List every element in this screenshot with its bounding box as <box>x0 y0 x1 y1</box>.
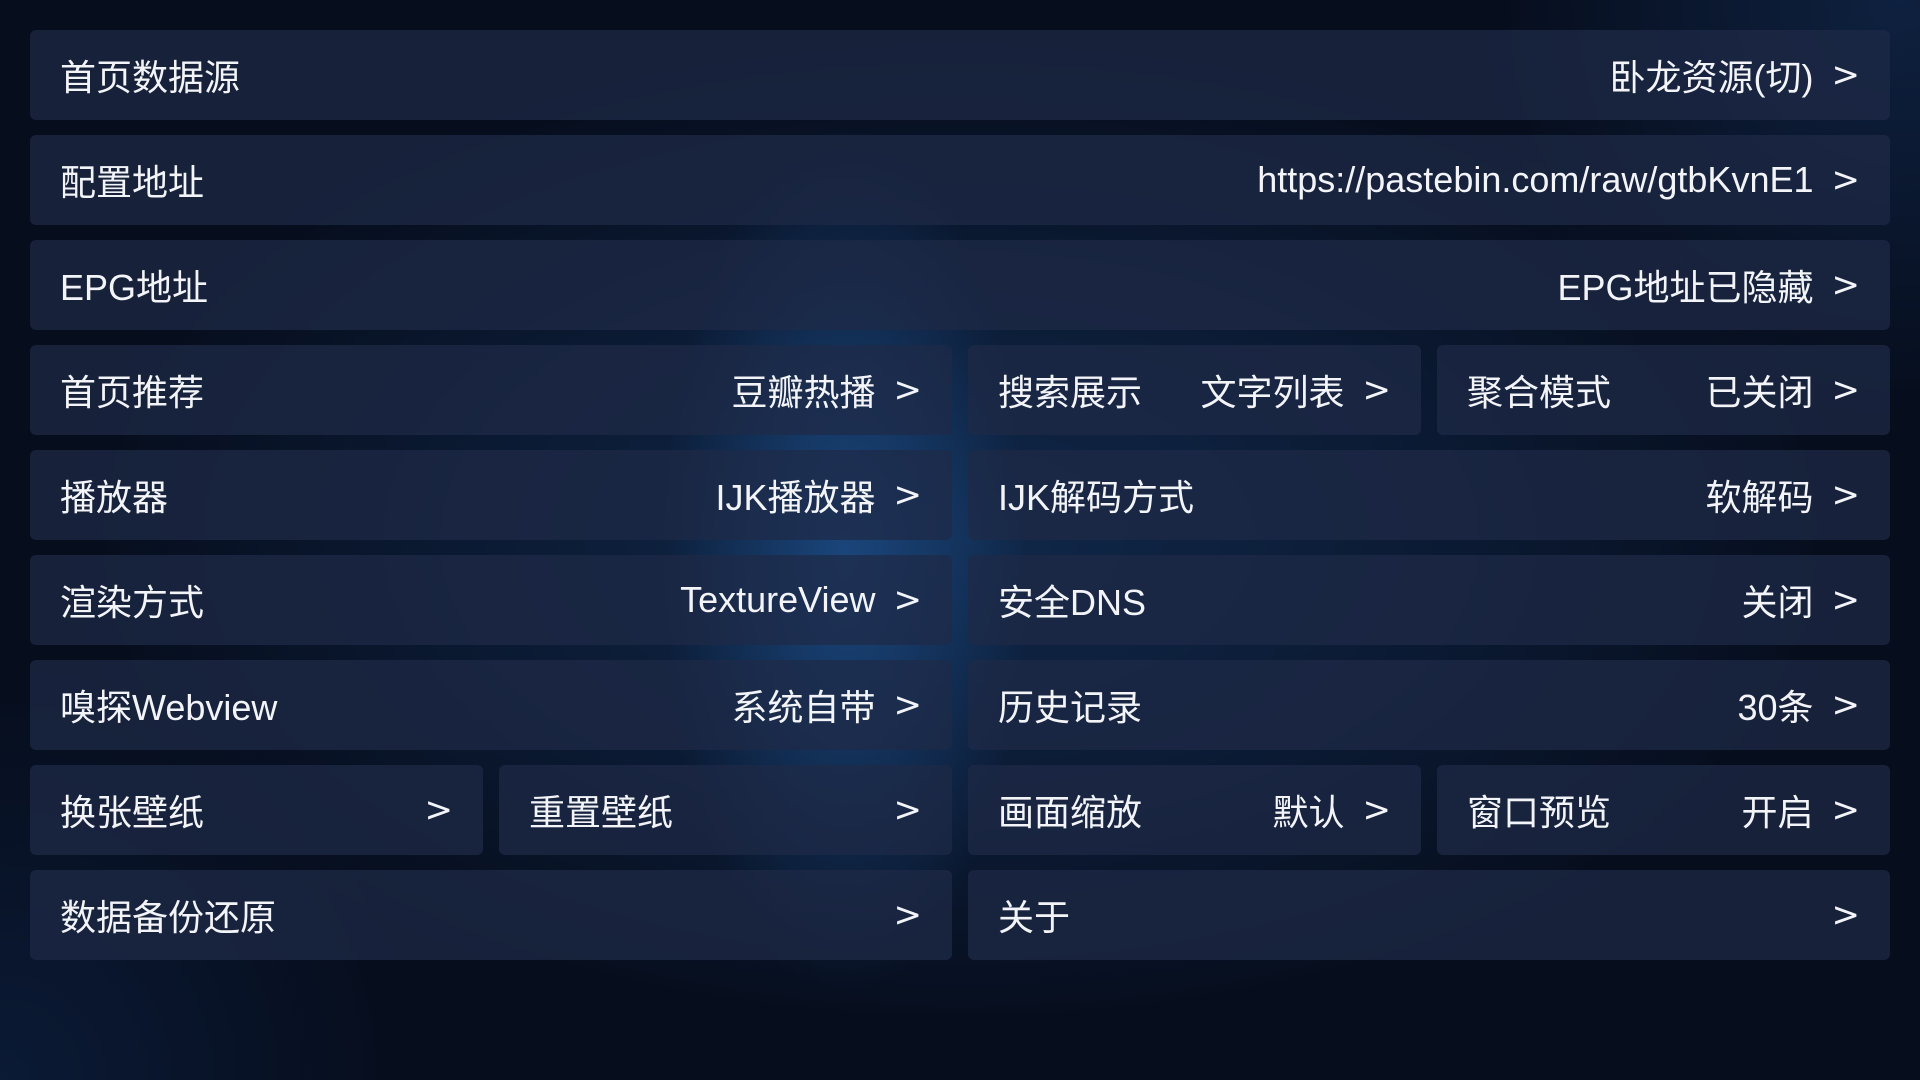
setting-home-source[interactable]: 首页数据源 卧龙资源(切) > <box>30 30 1890 120</box>
setting-history[interactable]: 历史记录 30条 > <box>968 660 1890 750</box>
setting-window-preview[interactable]: 窗口预览 开启 > <box>1437 765 1890 855</box>
setting-label: 搜索展示 <box>998 372 1143 413</box>
setting-value-group: > <box>894 895 923 935</box>
chevron-right-icon: > <box>1831 895 1861 935</box>
setting-value-group: 系统自带 > <box>731 679 922 731</box>
setting-value: EPG地址已隐藏 <box>1557 267 1814 308</box>
setting-value-group: > <box>1832 895 1861 935</box>
setting-search-display[interactable]: 搜索展示 文字列表 > <box>968 345 1421 435</box>
setting-value-group: 30条 > <box>1737 679 1860 731</box>
setting-label: 重置壁纸 <box>529 792 674 833</box>
setting-label: 配置地址 <box>60 162 205 203</box>
setting-value-group: > <box>425 790 454 830</box>
setting-sniff-webview[interactable]: 嗅探Webview 系统自带 > <box>30 660 952 750</box>
setting-value: 豆瓣热播 <box>731 372 876 413</box>
setting-value-group: EPG地址已隐藏 > <box>1557 259 1860 311</box>
setting-label: 窗口预览 <box>1467 792 1612 833</box>
setting-label: 数据备份还原 <box>60 897 277 938</box>
setting-value-group: 已关闭 > <box>1705 364 1860 416</box>
chevron-right-icon: > <box>1831 475 1861 515</box>
setting-label: 画面缩放 <box>998 792 1143 833</box>
setting-screen-scale[interactable]: 画面缩放 默认 > <box>968 765 1421 855</box>
setting-home-recommend[interactable]: 首页推荐 豆瓣热播 > <box>30 345 952 435</box>
chevron-right-icon: > <box>1831 370 1861 410</box>
setting-label: 首页数据源 <box>60 57 241 98</box>
setting-value-group: https://pastebin.com/raw/gtbKvnE1 > <box>1257 159 1860 201</box>
chevron-right-icon: > <box>893 685 923 725</box>
chevron-right-icon: > <box>1831 265 1861 305</box>
setting-value-group: 豆瓣热播 > <box>731 364 922 416</box>
setting-value: 文字列表 <box>1200 372 1345 413</box>
chevron-right-icon: > <box>1362 370 1392 410</box>
chevron-right-icon: > <box>1831 55 1861 95</box>
setting-backup-restore[interactable]: 数据备份还原 > <box>30 870 952 960</box>
chevron-right-icon: > <box>1831 685 1861 725</box>
setting-reset-wallpaper[interactable]: 重置壁纸 > <box>499 765 952 855</box>
setting-value-group: TextureView > <box>680 579 922 621</box>
chevron-right-icon: > <box>1831 580 1861 620</box>
setting-label: 嗅探Webview <box>60 687 278 728</box>
setting-value: 开启 <box>1741 792 1814 833</box>
setting-value-group: 文字列表 > <box>1200 364 1391 416</box>
setting-epg-url[interactable]: EPG地址 EPG地址已隐藏 > <box>30 240 1890 330</box>
setting-change-wallpaper[interactable]: 换张壁纸 > <box>30 765 483 855</box>
setting-value-group: 默认 > <box>1272 784 1391 836</box>
setting-value: 关闭 <box>1741 582 1814 623</box>
setting-ijk-decode[interactable]: IJK解码方式 软解码 > <box>968 450 1890 540</box>
setting-value: IJK播放器 <box>715 477 876 518</box>
chevron-right-icon: > <box>893 370 923 410</box>
setting-value-group: 卧龙资源(切) > <box>1610 49 1860 101</box>
setting-label: 安全DNS <box>998 582 1147 623</box>
setting-value: 系统自带 <box>731 687 876 728</box>
setting-label: 聚合模式 <box>1467 372 1612 413</box>
setting-value: 软解码 <box>1705 477 1814 518</box>
setting-player[interactable]: 播放器 IJK播放器 > <box>30 450 952 540</box>
setting-value: 已关闭 <box>1705 372 1814 413</box>
chevron-right-icon: > <box>893 790 923 830</box>
setting-value: 卧龙资源(切) <box>1609 57 1814 98</box>
chevron-right-icon: > <box>893 895 923 935</box>
setting-value-group: > <box>894 790 923 830</box>
chevron-right-icon: > <box>1362 790 1392 830</box>
setting-label: 播放器 <box>60 477 169 518</box>
settings-grid: 首页数据源 卧龙资源(切) > 配置地址 https://pastebin.co… <box>30 30 1890 960</box>
setting-value: 30条 <box>1737 687 1814 728</box>
setting-about[interactable]: 关于 > <box>968 870 1890 960</box>
setting-label: 历史记录 <box>998 687 1143 728</box>
setting-label: 渲染方式 <box>60 582 205 623</box>
setting-value-group: 软解码 > <box>1705 469 1860 521</box>
setting-value-group: IJK播放器 > <box>715 469 922 521</box>
setting-value: TextureView <box>680 579 876 620</box>
setting-label: EPG地址 <box>60 267 209 308</box>
setting-render-mode[interactable]: 渲染方式 TextureView > <box>30 555 952 645</box>
setting-aggregate-mode[interactable]: 聚合模式 已关闭 > <box>1437 345 1890 435</box>
setting-value-group: 关闭 > <box>1741 574 1860 626</box>
chevron-right-icon: > <box>893 580 923 620</box>
chevron-right-icon: > <box>893 475 923 515</box>
setting-label: 关于 <box>998 897 1071 938</box>
chevron-right-icon: > <box>1831 160 1861 200</box>
setting-label: 换张壁纸 <box>60 792 205 833</box>
setting-value-group: 开启 > <box>1741 784 1860 836</box>
setting-label: IJK解码方式 <box>998 477 1195 518</box>
setting-config-url[interactable]: 配置地址 https://pastebin.com/raw/gtbKvnE1 > <box>30 135 1890 225</box>
chevron-right-icon: > <box>1831 790 1861 830</box>
setting-value: 默认 <box>1272 792 1345 833</box>
setting-value: https://pastebin.com/raw/gtbKvnE1 <box>1257 159 1814 200</box>
chevron-right-icon: > <box>424 790 454 830</box>
setting-secure-dns[interactable]: 安全DNS 关闭 > <box>968 555 1890 645</box>
setting-label: 首页推荐 <box>60 372 205 413</box>
